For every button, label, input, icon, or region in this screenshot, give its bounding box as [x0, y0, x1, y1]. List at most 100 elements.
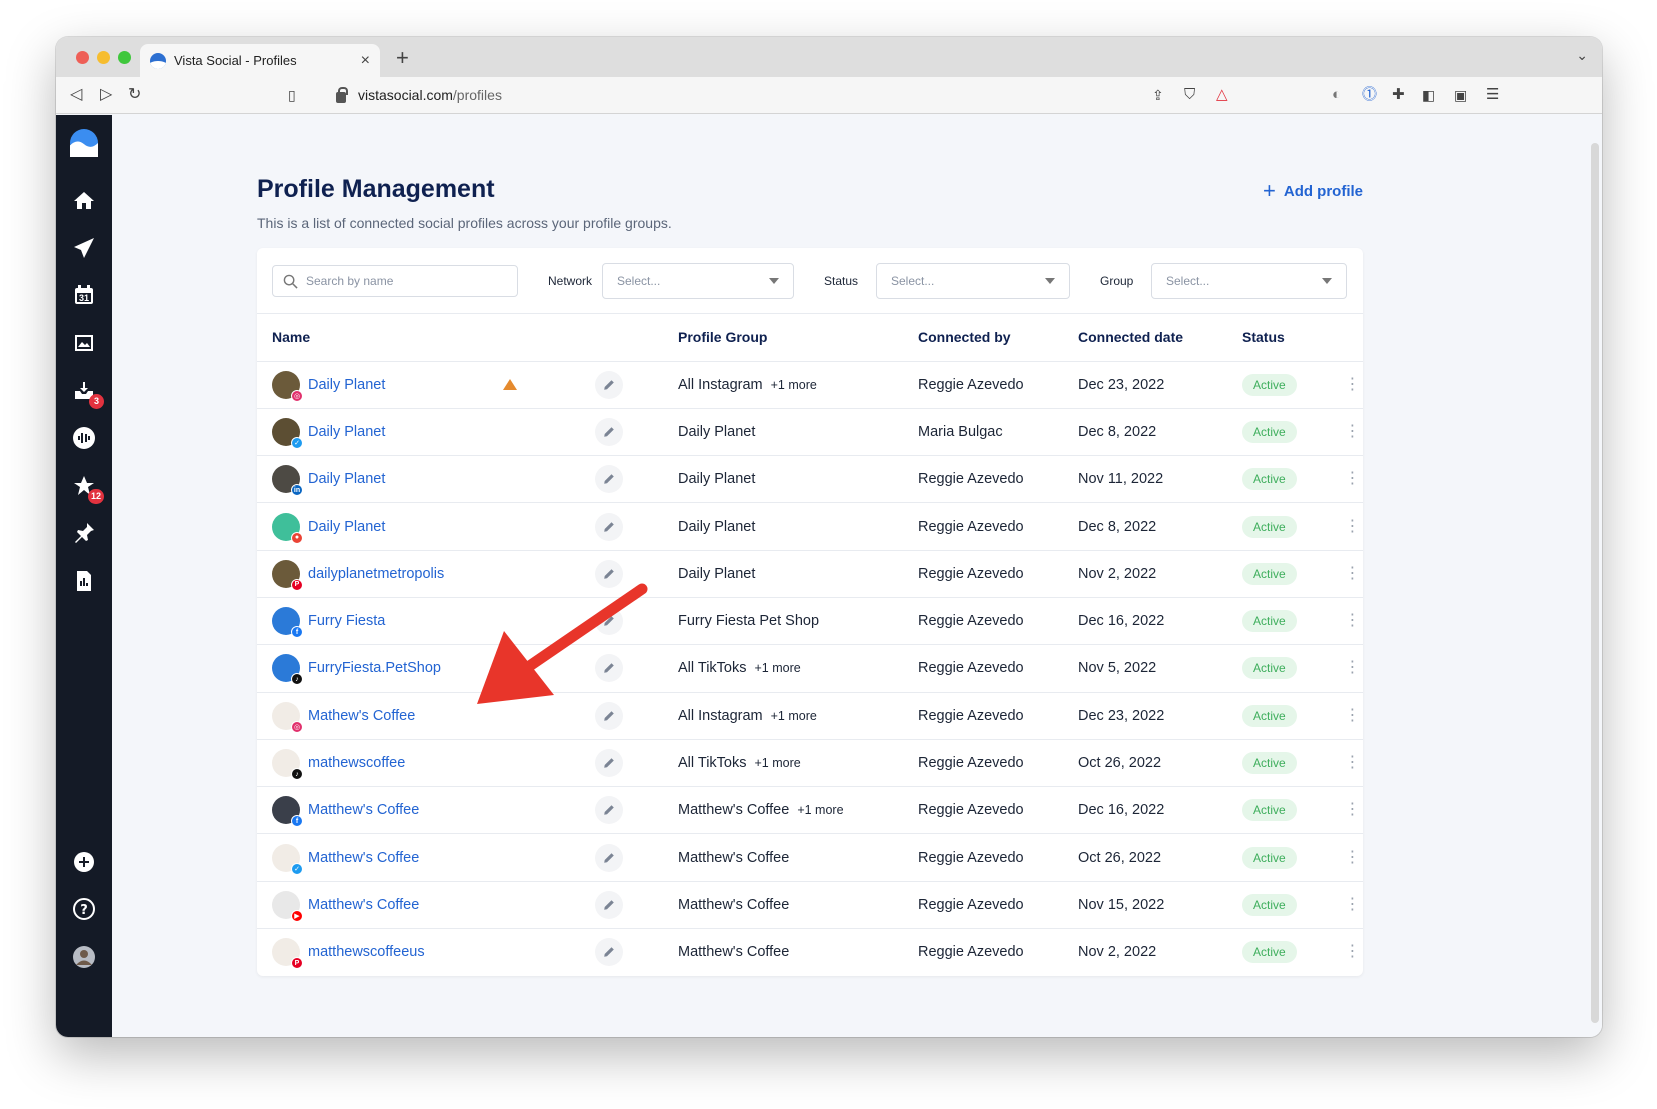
search-input[interactable]: Search by name	[272, 265, 518, 297]
back-icon[interactable]: ◁	[70, 85, 82, 105]
more-vertical-icon[interactable]: ⋮	[1345, 423, 1361, 440]
profile-name-link[interactable]: Matthew's Coffee	[308, 850, 419, 866]
star-icon[interactable]: 12	[70, 472, 104, 504]
edit-profile-button[interactable]	[595, 938, 623, 967]
puzzle-extensions-icon[interactable]: ✚	[1392, 85, 1405, 105]
table-row[interactable]: Pdailyplanetmetropolis Daily Planet Reggie…	[257, 550, 1363, 598]
home-icon[interactable]	[70, 187, 98, 215]
column-header-name[interactable]: Name	[257, 314, 678, 362]
more-vertical-icon[interactable]: ⋮	[1345, 659, 1361, 676]
profile-name-link[interactable]: Mathew's Coffee	[308, 708, 415, 724]
profile-name-link[interactable]: mathewscoffee	[308, 755, 405, 771]
table-row[interactable]: ▶ Matthew's Coffee Matthew's Coffee Reggie …	[257, 881, 1363, 930]
question-circle-icon[interactable]: ?	[70, 895, 98, 923]
vista-logo-icon[interactable]	[70, 129, 98, 157]
edit-profile-button[interactable]	[595, 417, 623, 446]
close-tab-icon[interactable]: ×	[361, 52, 370, 70]
table-row[interactable]: ◎ Mathew's Coffee All Instagram +1 more Regg…	[257, 692, 1363, 740]
image-icon[interactable]	[70, 329, 98, 357]
plus-circle-icon[interactable]	[70, 848, 98, 876]
more-vertical-icon[interactable]: ⋮	[1345, 896, 1361, 913]
add-profile-button[interactable]: + Add profile	[1263, 180, 1363, 202]
more-vertical-icon[interactable]: ⋮	[1345, 943, 1361, 960]
column-header-connected-by[interactable]: Connected by	[918, 314, 1078, 362]
table-row[interactable]: ◎ Daily Planet All Instagram +1 more Reggie …	[257, 361, 1363, 409]
share-icon[interactable]: ⇪	[1152, 85, 1164, 105]
bookmark-icon[interactable]: ▯	[288, 85, 296, 105]
edit-profile-button[interactable]	[595, 890, 623, 919]
more-groups-link[interactable]: +1 more	[755, 756, 801, 770]
more-groups-link[interactable]: +1 more	[797, 803, 843, 817]
extension-icon[interactable]: ◐	[1332, 85, 1341, 105]
maximize-window-button[interactable]	[118, 51, 131, 64]
table-row[interactable]: ✓ Matthew's Coffee Matthew's Coffee Reggie …	[257, 833, 1363, 882]
edit-profile-button[interactable]	[595, 843, 623, 872]
profile-name-link[interactable]: dailyplanetmetropolis	[308, 566, 444, 582]
more-vertical-icon[interactable]: ⋮	[1345, 707, 1361, 724]
page-scrollbar[interactable]	[1591, 143, 1599, 1023]
more-vertical-icon[interactable]: ⋮	[1345, 376, 1361, 393]
menu-icon[interactable]: ☰	[1486, 85, 1499, 105]
more-groups-link[interactable]: +1 more	[771, 378, 817, 392]
sidebar-toggle-icon[interactable]: ◧	[1422, 85, 1435, 105]
column-header-status[interactable]: Status	[1242, 314, 1342, 362]
browser-tab[interactable]: Vista Social - Profiles ×	[140, 44, 380, 77]
status-select[interactable]: Select...	[876, 263, 1070, 299]
edit-profile-button[interactable]	[595, 749, 623, 778]
table-row[interactable]: ♪ mathewscoffee All TikToks +1 more Reggie A…	[257, 739, 1363, 788]
table-row[interactable]: f Matthew's Coffee Matthew's Coffee +1 more…	[257, 786, 1363, 835]
wallet-icon[interactable]: ▣	[1454, 85, 1467, 105]
reload-icon[interactable]: ↻	[128, 85, 141, 105]
edit-profile-button[interactable]	[595, 465, 623, 494]
user-avatar-icon[interactable]	[70, 943, 98, 971]
profile-name-link[interactable]: Daily Planet	[308, 519, 385, 535]
table-row[interactable]: in Daily Planet Daily Planet Reggie Azevedo…	[257, 455, 1363, 504]
brave-shield-icon[interactable]: ⛉	[1184, 85, 1195, 105]
table-row[interactable]: ♪ FurryFiesta.PetShop All TikToks +1 more Re…	[257, 644, 1363, 693]
edit-profile-button[interactable]	[595, 512, 623, 541]
password-manager-icon[interactable]: ⓵	[1362, 85, 1377, 105]
inbox-icon[interactable]: 3	[70, 377, 104, 409]
minimize-window-button[interactable]	[97, 51, 110, 64]
profile-name-link[interactable]: matthewscoffeeus	[308, 944, 425, 960]
profile-name-link[interactable]: Daily Planet	[308, 471, 385, 487]
soundwave-icon[interactable]	[70, 424, 98, 452]
table-row[interactable]: ● Daily Planet Daily Planet Reggie Azevedo D…	[257, 502, 1363, 551]
brave-rewards-icon[interactable]: △	[1216, 85, 1228, 105]
new-tab-button[interactable]: +	[396, 45, 409, 71]
more-vertical-icon[interactable]: ⋮	[1345, 565, 1361, 582]
calendar-icon[interactable]: 31	[70, 281, 98, 309]
more-vertical-icon[interactable]: ⋮	[1345, 849, 1361, 866]
close-window-button[interactable]	[76, 51, 89, 64]
column-header-connected-date[interactable]: Connected date	[1078, 314, 1242, 362]
profile-name-link[interactable]: Daily Planet	[308, 424, 385, 440]
more-vertical-icon[interactable]: ⋮	[1345, 801, 1361, 818]
table-row[interactable]: f Furry Fiesta Furry Fiesta Pet Shop Reggie…	[257, 597, 1363, 646]
edit-profile-button[interactable]	[595, 607, 623, 636]
more-vertical-icon[interactable]: ⋮	[1345, 612, 1361, 629]
more-groups-link[interactable]: +1 more	[755, 661, 801, 675]
address-bar[interactable]: vistasocial.com/profiles	[326, 81, 1356, 109]
report-icon[interactable]	[70, 567, 98, 595]
table-row[interactable]: Pmatthewscoffeeus Matthew's Coffee Reggie …	[257, 929, 1363, 976]
edit-profile-button[interactable]	[595, 559, 623, 588]
forward-icon[interactable]: ▷	[100, 85, 112, 105]
edit-profile-button[interactable]	[595, 370, 623, 399]
group-select[interactable]: Select...	[1151, 263, 1347, 299]
edit-profile-button[interactable]	[595, 654, 623, 683]
more-vertical-icon[interactable]: ⋮	[1345, 470, 1361, 487]
network-select[interactable]: Select...	[602, 263, 794, 299]
pin-icon[interactable]	[70, 519, 98, 547]
column-header-profile-group[interactable]: Profile Group	[678, 314, 918, 362]
more-groups-link[interactable]: +1 more	[771, 709, 817, 723]
edit-profile-button[interactable]	[595, 796, 623, 825]
warning-icon[interactable]	[503, 378, 517, 390]
profile-name-link[interactable]: FurryFiesta.PetShop	[308, 660, 441, 676]
profile-name-link[interactable]: Matthew's Coffee	[308, 897, 419, 913]
profile-name-link[interactable]: Daily Planet	[308, 377, 385, 393]
more-vertical-icon[interactable]: ⋮	[1345, 754, 1361, 771]
more-vertical-icon[interactable]: ⋮	[1345, 518, 1361, 535]
profile-name-link[interactable]: Matthew's Coffee	[308, 802, 419, 818]
paper-plane-icon[interactable]	[70, 234, 98, 262]
edit-profile-button[interactable]	[595, 701, 623, 730]
